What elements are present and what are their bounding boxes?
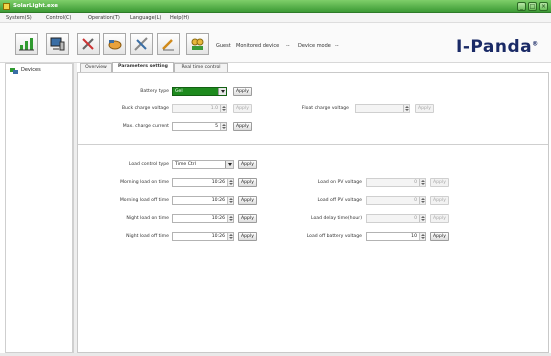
morning-load-on-input[interactable]: 10:26 bbox=[172, 178, 234, 187]
app-icon bbox=[3, 3, 10, 10]
menu-language[interactable]: Language(L) bbox=[130, 15, 161, 21]
chart-tool-button[interactable] bbox=[15, 33, 38, 55]
night-load-on-input[interactable]: 10:26 bbox=[172, 214, 234, 223]
load-off-battery-apply-button[interactable]: Apply bbox=[430, 232, 449, 241]
computer-icon bbox=[50, 37, 65, 51]
load-on-pv-voltage-label: Load on PV voltage bbox=[317, 180, 362, 185]
monitored-device-label: Monitored device bbox=[236, 43, 280, 49]
window-title: SolarLight.exe bbox=[13, 3, 59, 9]
load-off-pv-voltage-input[interactable]: 0 bbox=[366, 196, 426, 205]
float-charge-voltage-label: Float charge voltage bbox=[301, 106, 349, 111]
menu-bar: System(S) Control(C) Operation(T) Langua… bbox=[0, 13, 551, 23]
device-mode-label: Device mode bbox=[298, 43, 331, 49]
spinner-icon[interactable] bbox=[419, 179, 425, 186]
hand-icon bbox=[108, 40, 122, 50]
buck-charge-voltage-label: Buck charge voltage bbox=[121, 106, 169, 111]
computer-tool-button[interactable] bbox=[46, 33, 69, 55]
tab-overview[interactable]: Overview bbox=[80, 63, 112, 72]
battery-type-label: Battery type bbox=[140, 89, 169, 94]
max-charge-apply-button[interactable]: Apply bbox=[233, 122, 252, 131]
tree-item-devices[interactable]: Devices bbox=[21, 67, 41, 73]
pen-icon bbox=[162, 39, 174, 51]
load-control-type-select[interactable]: Time Ctrl bbox=[172, 160, 234, 169]
section-divider bbox=[78, 144, 548, 145]
spinner-icon[interactable] bbox=[220, 105, 226, 112]
load-control-apply-button[interactable]: Apply bbox=[238, 160, 257, 169]
morning-load-off-label: Morning load off time bbox=[119, 198, 169, 203]
wrench-icon bbox=[82, 38, 94, 50]
load-delay-time-label: Load delay time(hour) bbox=[311, 216, 362, 221]
buck-charge-apply-button[interactable]: Apply bbox=[233, 104, 252, 113]
tab-parameters-setting[interactable]: Parameters setting bbox=[112, 62, 174, 72]
load-control-type-label: Load control type bbox=[128, 162, 169, 167]
morning-load-on-apply-button[interactable]: Apply bbox=[238, 178, 257, 187]
spinner-icon[interactable] bbox=[403, 105, 409, 112]
chevron-down-icon bbox=[225, 161, 233, 168]
load-off-battery-voltage-input[interactable]: 10 bbox=[366, 232, 426, 241]
night-load-on-label: Night load on time bbox=[126, 216, 169, 221]
tools-tool-button[interactable] bbox=[77, 33, 100, 55]
spinner-icon[interactable] bbox=[220, 123, 226, 130]
load-on-pv-voltage-input[interactable]: 0 bbox=[366, 178, 426, 187]
monitored-device-value: -- bbox=[286, 43, 290, 49]
menu-operation[interactable]: Operation(T) bbox=[88, 15, 120, 21]
users-tool-button[interactable] bbox=[186, 33, 209, 55]
device-mode-value: -- bbox=[335, 43, 339, 49]
hand-tool-button[interactable] bbox=[103, 33, 126, 55]
devices-icon bbox=[10, 68, 18, 74]
load-delay-time-input[interactable]: 0 bbox=[366, 214, 426, 223]
buck-charge-voltage-input[interactable]: 1.0 bbox=[172, 104, 227, 113]
spinner-icon[interactable] bbox=[227, 197, 233, 204]
spinner-icon[interactable] bbox=[227, 179, 233, 186]
menu-control[interactable]: Control(C) bbox=[46, 15, 71, 21]
spinner-icon[interactable] bbox=[419, 233, 425, 240]
spinner-icon[interactable] bbox=[227, 233, 233, 240]
night-load-off-label: Night load off time bbox=[126, 234, 169, 239]
maximize-icon[interactable]: □ bbox=[528, 2, 537, 11]
load-on-pv-apply-button[interactable]: Apply bbox=[430, 178, 449, 187]
users-icon bbox=[191, 38, 204, 50]
night-load-on-apply-button[interactable]: Apply bbox=[238, 214, 257, 223]
float-charge-apply-button[interactable]: Apply bbox=[415, 104, 434, 113]
edit-tool-button[interactable] bbox=[157, 33, 180, 55]
title-bar: SolarLight.exe _ □ × bbox=[0, 0, 551, 13]
spinner-icon[interactable] bbox=[227, 215, 233, 222]
device-tree: Devices bbox=[5, 63, 73, 353]
morning-load-off-apply-button[interactable]: Apply bbox=[238, 196, 257, 205]
minimize-icon[interactable]: _ bbox=[517, 2, 526, 11]
settings-tool-button[interactable] bbox=[130, 33, 153, 55]
max-charge-current-input[interactable]: 5 bbox=[172, 122, 227, 131]
battery-type-apply-button[interactable]: Apply bbox=[233, 87, 252, 96]
bar-chart-icon bbox=[19, 38, 34, 51]
max-charge-current-label: Max. charge current bbox=[122, 124, 169, 129]
load-delay-apply-button[interactable]: Apply bbox=[430, 214, 449, 223]
close-icon[interactable]: × bbox=[539, 2, 548, 11]
morning-load-on-label: Morning load on time bbox=[120, 180, 169, 185]
menu-help[interactable]: Help(H) bbox=[170, 15, 189, 21]
toolbar: Guest Monitored device -- Device mode --… bbox=[0, 23, 551, 63]
battery-type-select[interactable]: Gel bbox=[172, 87, 227, 96]
tab-real-time-control[interactable]: Real time control bbox=[174, 63, 228, 72]
user-status: Guest bbox=[216, 43, 231, 49]
night-load-off-input[interactable]: 10:26 bbox=[172, 232, 234, 241]
spinner-icon[interactable] bbox=[419, 197, 425, 204]
load-off-pv-apply-button[interactable]: Apply bbox=[430, 196, 449, 205]
load-off-pv-voltage-label: Load off PV voltage bbox=[317, 198, 362, 203]
float-charge-voltage-input[interactable] bbox=[355, 104, 410, 113]
morning-load-off-input[interactable]: 10:26 bbox=[172, 196, 234, 205]
chevron-down-icon bbox=[218, 88, 226, 95]
spinner-icon[interactable] bbox=[419, 215, 425, 222]
night-load-off-apply-button[interactable]: Apply bbox=[238, 232, 257, 241]
screwdriver-icon bbox=[134, 37, 148, 51]
parameters-panel: Battery type Gel Apply Buck charge volta… bbox=[77, 72, 549, 353]
menu-system[interactable]: System(S) bbox=[6, 15, 32, 21]
brand-logo: I-Panda® bbox=[456, 37, 539, 57]
load-off-battery-voltage-label: Load off battery voltage bbox=[306, 234, 362, 239]
